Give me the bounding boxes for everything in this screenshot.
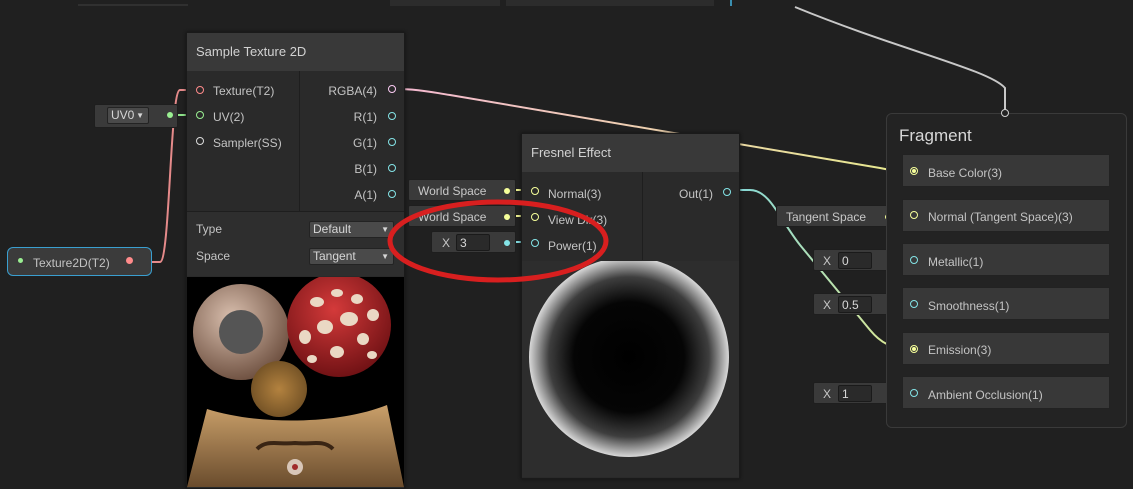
normal-tangent-label: Normal (Tangent Space)(3) — [928, 210, 1073, 224]
a-output-port[interactable] — [388, 190, 396, 198]
property-indicator-dot — [18, 258, 23, 263]
metallic-axis-label: X — [823, 254, 832, 268]
smoothness-axis-label: X — [823, 298, 832, 312]
emission-port-fill — [912, 347, 916, 351]
ao-axis-label: X — [823, 387, 832, 401]
fresnel-preview-sphere — [529, 261, 729, 457]
emission-label: Emission(3) — [928, 343, 992, 357]
ao-value: 1 — [842, 387, 849, 401]
vertex-to-fragment-wire — [794, 6, 1006, 113]
metallic-value: 0 — [842, 254, 849, 268]
ao-value-field[interactable]: 1 — [838, 385, 872, 402]
offscreen-node-edge — [390, 0, 500, 6]
texture2d-output-port[interactable] — [126, 257, 133, 264]
normal-space-port[interactable] — [504, 188, 510, 194]
metallic-slot-port[interactable] — [910, 256, 918, 264]
smoothness-value-field[interactable]: 0.5 — [838, 296, 872, 313]
type-value: Default — [313, 222, 352, 236]
offscreen-node-edge — [730, 0, 732, 6]
base-color-port-fill — [912, 169, 916, 173]
texture2d-property-label: Texture2D(T2) — [33, 256, 110, 270]
b-output-label: B(1) — [354, 162, 377, 176]
fresnel-title: Fresnel Effect — [522, 134, 739, 172]
sampler-input-port[interactable] — [196, 137, 204, 145]
r-output-port[interactable] — [388, 112, 396, 120]
preview-small-ball — [251, 361, 307, 417]
smoothness-slot-port[interactable] — [910, 300, 918, 308]
metallic-value-field[interactable]: 0 — [838, 252, 872, 269]
type-dropdown[interactable]: Default ▼ — [309, 221, 394, 238]
out-output-port[interactable] — [723, 188, 731, 196]
normal-tangent-space-input[interactable]: Tangent Space — [776, 205, 898, 227]
rgba-output-port[interactable] — [388, 85, 396, 93]
texture2d-property-node[interactable]: Texture2D(T2) — [7, 247, 152, 276]
uv-channel-value: UV0 — [111, 108, 135, 122]
base-color-label: Base Color(3) — [928, 166, 1003, 180]
g-output-label: G(1) — [353, 136, 377, 150]
b-output-port[interactable] — [388, 164, 396, 172]
metallic-label: Metallic(1) — [928, 255, 984, 269]
annotation-highlight-ellipse — [387, 199, 609, 283]
offscreen-node-edge — [78, 4, 188, 6]
preview-eye-iris — [292, 464, 298, 470]
a-output-label: A(1) — [354, 188, 377, 202]
normal-tangent-space-value: Tangent Space — [786, 210, 867, 224]
texture-input-port[interactable] — [196, 86, 204, 94]
g-output-port[interactable] — [388, 138, 396, 146]
normal-space-value: World Space — [418, 184, 487, 198]
uv-input-port[interactable] — [196, 111, 204, 119]
space-dropdown[interactable]: Tangent ▼ — [309, 248, 394, 265]
uv-channel-dropdown[interactable]: UV0 ▼ — [107, 107, 149, 124]
ao-slot-port[interactable] — [910, 389, 918, 397]
fragment-top-port[interactable] — [1001, 109, 1009, 117]
fresnel-preview — [522, 261, 739, 477]
fragment-title: Fragment — [899, 126, 972, 145]
rgba-output-label: RGBA(4) — [328, 84, 377, 98]
fresnel-effect-node[interactable]: Fresnel Effect Normal(3) View Dir(3) Pow… — [521, 133, 740, 479]
sample-texture-title: Sample Texture 2D — [187, 33, 404, 71]
smoothness-value: 0.5 — [842, 298, 859, 312]
texture-preview — [187, 277, 404, 487]
ao-label: Ambient Occlusion(1) — [928, 388, 1043, 402]
uv-output-port[interactable] — [167, 112, 173, 118]
out-output-label: Out(1) — [678, 187, 713, 201]
port-divider — [299, 71, 300, 211]
sampler-input-label: Sampler(SS) — [213, 136, 282, 150]
type-label: Type — [196, 222, 223, 236]
space-label: Space — [196, 249, 231, 263]
offscreen-node-edge — [506, 0, 714, 6]
r-output-label: R(1) — [353, 110, 377, 124]
texture-input-label: Texture(T2) — [213, 84, 275, 98]
uv-input-label: UV(2) — [213, 110, 245, 124]
port-divider — [642, 172, 643, 260]
normal-input-port[interactable] — [531, 187, 539, 195]
uv-input-node[interactable]: UV0 ▼ — [94, 104, 178, 128]
sample-texture-2d-node[interactable]: Sample Texture 2D Texture(T2) UV(2) Samp… — [186, 32, 405, 489]
preview-sphere-left-hole — [219, 310, 263, 354]
chevron-down-icon: ▼ — [136, 111, 144, 120]
space-value: Tangent — [313, 249, 356, 263]
smoothness-label: Smoothness(1) — [928, 299, 1010, 313]
normal-tangent-port[interactable] — [910, 211, 918, 219]
